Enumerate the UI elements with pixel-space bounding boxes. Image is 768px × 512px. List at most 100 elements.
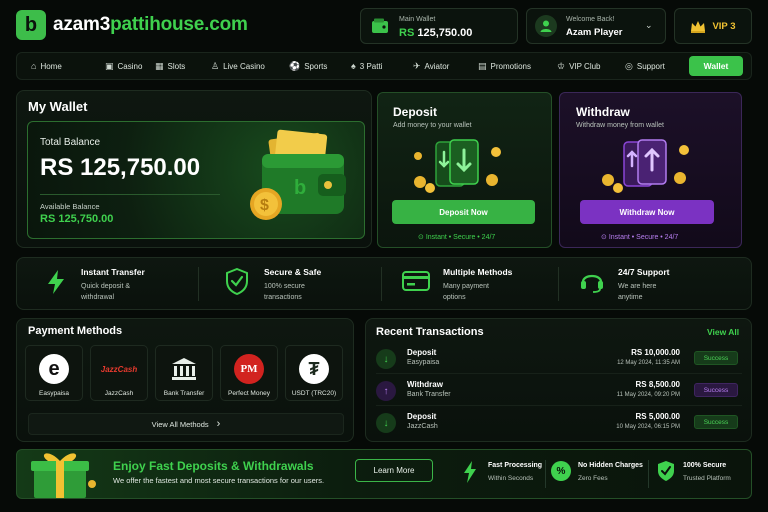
jazzcash-icon: JazzCash bbox=[100, 364, 138, 374]
user-menu[interactable]: Welcome Back! Azam Player ⌄ bbox=[526, 8, 666, 44]
divider bbox=[381, 267, 382, 301]
divider bbox=[40, 194, 220, 195]
nav-sports[interactable]: ⚽ Sports bbox=[289, 53, 327, 79]
avatar bbox=[535, 15, 557, 37]
withdraw-note: ⊙ Instant • Secure • 24/7 bbox=[601, 234, 679, 241]
feature-title: Multiple Methods bbox=[443, 267, 513, 277]
svg-text:$: $ bbox=[260, 197, 269, 214]
learn-more-button[interactable]: Learn More bbox=[355, 459, 433, 482]
arrow-down-icon: ↓ bbox=[376, 413, 396, 433]
no-fee-icon: % bbox=[551, 461, 571, 481]
card-icon bbox=[402, 271, 430, 291]
deposit-title: Deposit bbox=[393, 105, 438, 119]
feature-sub: Quick deposit & withdrawal bbox=[81, 283, 131, 301]
main-wallet-value: RS 125,750.00 bbox=[399, 27, 473, 39]
withdraw-subtitle: Withdraw money from wallet bbox=[576, 122, 664, 129]
payment-method-usdt[interactable]: ₮ USDT (TRC20) bbox=[285, 345, 343, 401]
deposit-subtitle: Add money to your wallet bbox=[393, 122, 472, 129]
feature-sub: 100% secure transactions bbox=[264, 283, 305, 301]
welcome-label: Welcome Back! bbox=[566, 16, 615, 23]
shield-check-icon bbox=[226, 268, 248, 295]
nav-home[interactable]: ⌂ Home bbox=[31, 53, 62, 79]
casino-icon: ▣ bbox=[105, 60, 114, 71]
promo-feature-sub: Zero Fees bbox=[578, 475, 608, 482]
nav-promotions[interactable]: ▤ Promotions bbox=[478, 53, 531, 79]
feature-sub: We are here anytime bbox=[618, 283, 657, 301]
nav-support[interactable]: ◎ Support bbox=[625, 53, 665, 79]
payment-method-easypaisa[interactable]: e Easypaisa bbox=[25, 345, 83, 401]
status-badge: Success bbox=[694, 383, 738, 397]
tether-icon: ₮ bbox=[299, 354, 329, 384]
divider bbox=[545, 460, 546, 488]
logo-icon[interactable]: b bbox=[16, 10, 46, 40]
withdraw-now-button[interactable]: Withdraw Now bbox=[580, 200, 714, 224]
payment-method-perfect-money[interactable]: PM Perfect Money bbox=[220, 345, 278, 401]
vip-label: VIP 3 bbox=[712, 20, 736, 32]
vip-badge[interactable]: VIP 3 bbox=[674, 8, 752, 44]
recent-transactions-title: Recent Transactions bbox=[376, 326, 484, 338]
headset-icon bbox=[581, 274, 603, 293]
arrow-down-icon: ↓ bbox=[376, 349, 396, 369]
promo-feature-sub: Within Seconds bbox=[488, 475, 534, 482]
user-icon bbox=[540, 20, 552, 32]
divider bbox=[198, 267, 199, 301]
svg-text:b: b bbox=[294, 177, 306, 199]
transaction-row[interactable]: ↑ Withdraw Bank Transfer RS 8,500.00 11 … bbox=[376, 378, 742, 406]
view-all-transactions-link[interactable]: View All bbox=[707, 327, 739, 337]
promotions-icon: ▤ bbox=[478, 60, 487, 71]
lightning-icon bbox=[48, 270, 64, 294]
aviator-icon: ✈ bbox=[413, 60, 421, 71]
sports-icon: ⚽ bbox=[289, 60, 301, 71]
payment-methods-title: Payment Methods bbox=[28, 325, 123, 337]
wallet-illustration-icon: b $ bbox=[250, 129, 346, 220]
perfect-money-icon: PM bbox=[234, 354, 264, 384]
nav-3-patti[interactable]: ♠ 3 Patti bbox=[351, 53, 382, 79]
nav-vip-club[interactable]: ♔ VIP Club bbox=[557, 53, 601, 79]
chevron-down-icon[interactable]: ⌄ bbox=[645, 20, 653, 31]
user-name: Azam Player bbox=[566, 27, 623, 38]
wallet-nav-button[interactable]: Wallet bbox=[689, 56, 743, 76]
deposit-now-button[interactable]: Deposit Now bbox=[392, 200, 535, 224]
my-wallet-title: My Wallet bbox=[28, 99, 88, 114]
shield-check-icon bbox=[658, 461, 674, 481]
divider bbox=[648, 460, 649, 488]
promo-subtitle: We offer the fastest and most secure tra… bbox=[113, 476, 325, 485]
support-icon: ◎ bbox=[625, 60, 633, 71]
payment-method-jazzcash[interactable]: JazzCash JazzCash bbox=[90, 345, 148, 401]
view-all-methods-button[interactable]: View All Methods › bbox=[28, 413, 344, 435]
payment-method-bank-transfer[interactable]: Bank Transfer bbox=[155, 345, 213, 401]
bank-icon bbox=[169, 354, 199, 384]
feature-title: 24/7 Support bbox=[618, 267, 670, 277]
deposit-phone-icon bbox=[414, 139, 501, 193]
brand-logo-text[interactable]: azam3pattihouse.com bbox=[53, 14, 248, 36]
feature-title: Secure & Safe bbox=[264, 267, 322, 277]
status-badge: Success bbox=[694, 351, 738, 365]
lightning-icon bbox=[464, 461, 476, 483]
chevron-right-icon: › bbox=[216, 418, 221, 430]
withdraw-phone-icon bbox=[602, 139, 689, 193]
nav-casino[interactable]: ▣ Casino bbox=[105, 53, 142, 79]
crown-icon bbox=[691, 20, 706, 33]
total-balance-value: RS 125,750.00 bbox=[40, 154, 201, 181]
transaction-row[interactable]: ↓ Deposit JazzCash RS 5,000.00 10 May 20… bbox=[376, 410, 742, 438]
promo-title: Enjoy Fast Deposits & Withdrawals bbox=[113, 459, 314, 473]
nav-slots[interactable]: ▦ Slots bbox=[155, 53, 185, 79]
transaction-row[interactable]: ↓ Deposit Easypaisa RS 10,000.00 12 May … bbox=[376, 346, 742, 374]
gift-box-icon bbox=[31, 453, 96, 498]
deposit-note: ⊙ Instant • Secure • 24/7 bbox=[418, 234, 496, 241]
promo-feature-title: 100% Secure bbox=[683, 462, 727, 469]
wallet-icon bbox=[372, 18, 388, 33]
promo-feature-title: No Hidden Charges bbox=[578, 462, 643, 469]
nav-live-casino[interactable]: ♙ Live Casino bbox=[211, 53, 265, 79]
available-balance-label: Available Balance bbox=[40, 202, 100, 211]
check-circle-icon: ⊙ bbox=[418, 234, 426, 241]
available-balance-value: RS 125,750.00 bbox=[40, 213, 114, 225]
status-badge: Success bbox=[694, 415, 738, 429]
main-wallet-widget[interactable]: Main Wallet RS 125,750.00 bbox=[360, 8, 518, 44]
divider bbox=[558, 267, 559, 301]
main-wallet-label: Main Wallet bbox=[399, 16, 436, 23]
check-circle-icon: ⊙ bbox=[601, 234, 609, 241]
withdraw-title: Withdraw bbox=[576, 105, 630, 119]
easypaisa-icon: e bbox=[39, 354, 69, 384]
nav-aviator[interactable]: ✈ Aviator bbox=[413, 53, 449, 79]
